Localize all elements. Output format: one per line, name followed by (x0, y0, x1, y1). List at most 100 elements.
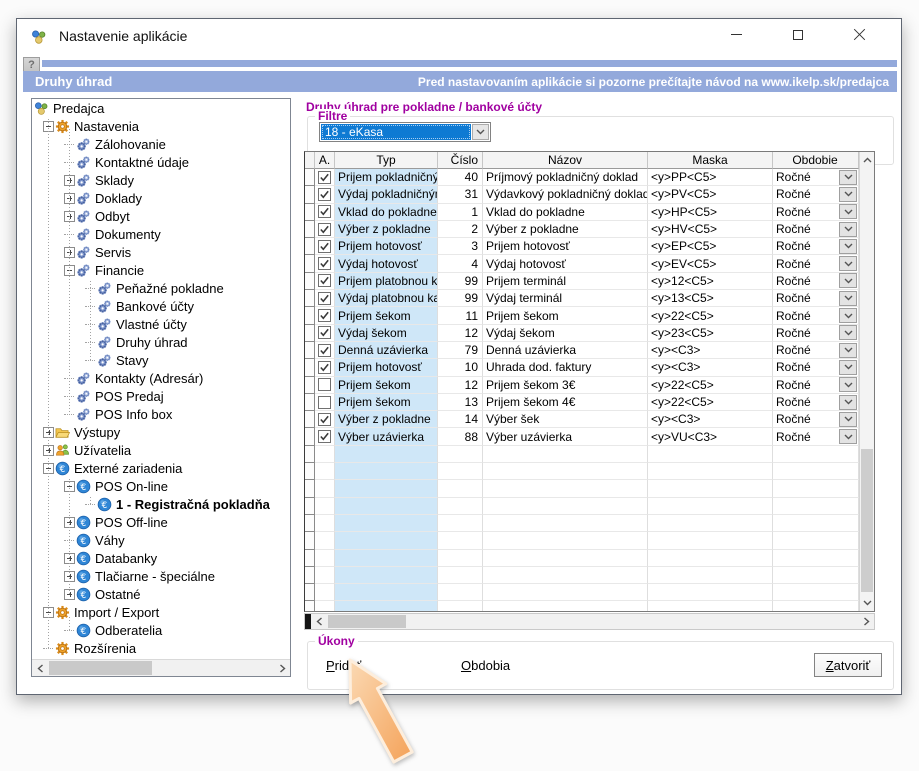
typ-cell[interactable]: Výdaj šekom (335, 325, 438, 342)
obdobie-cell[interactable]: Ročné (773, 325, 859, 342)
row-selector[interactable] (305, 238, 315, 255)
tree-item-roz-renia[interactable]: Rozšírenia (32, 639, 290, 657)
scroll-up-icon[interactable] (860, 152, 874, 168)
row-selector[interactable] (305, 377, 315, 394)
cislo-cell[interactable]: 31 (438, 186, 483, 203)
table-row[interactable]: Prijem hotovosť10Uhrada dod. faktury<y><… (305, 359, 859, 376)
header-typ[interactable]: Typ (335, 152, 438, 169)
typ-cell[interactable]: Prijem šekom (335, 377, 438, 394)
cislo-cell[interactable]: 12 (438, 325, 483, 342)
maska-cell[interactable]: <y>13<C5> (648, 290, 773, 307)
cislo-cell[interactable]: 3 (438, 238, 483, 255)
obdobie-dropdown-button[interactable] (839, 308, 857, 323)
table-hscroll-thumb[interactable] (328, 615, 406, 628)
table-row[interactable]: Prijem platobnou karto99Prijem terminál<… (305, 273, 859, 290)
maska-cell[interactable]: <y>HV<C5> (648, 221, 773, 238)
cislo-cell[interactable]: 79 (438, 342, 483, 359)
maska-cell[interactable]: <y>22<C5> (648, 394, 773, 411)
typ-cell[interactable]: Vklad do pokladne (335, 204, 438, 221)
tree-item-financie[interactable]: Financie (32, 261, 290, 279)
obdobie-cell[interactable]: Ročné (773, 342, 859, 359)
maska-cell[interactable]: <y><C3> (648, 359, 773, 376)
scroll-right-icon[interactable] (274, 660, 290, 676)
scroll-left-icon[interactable] (311, 614, 327, 629)
obdobie-dropdown-button[interactable] (839, 256, 857, 271)
tree-item-extern-zariadenia[interactable]: €Externé zariadenia (32, 459, 290, 477)
obdobie-dropdown-button[interactable] (839, 360, 857, 375)
obdobie-dropdown-button[interactable] (839, 395, 857, 410)
table-row[interactable]: Prijem šekom12Prijem šekom 3€<y>22<C5>Ro… (305, 377, 859, 394)
filter-combobox[interactable]: 18 - eKasa (319, 122, 491, 142)
table-scroll-thumb[interactable] (861, 449, 873, 592)
obdobie-dropdown-button[interactable] (839, 343, 857, 358)
tree-item-pe-a-n-pokladne[interactable]: Peňažné pokladne (32, 279, 290, 297)
row-selector[interactable] (305, 169, 315, 186)
typ-cell[interactable]: Výdaj hotovosť (335, 255, 438, 272)
tree-item-predajca[interactable]: Predajca (32, 99, 290, 117)
maska-cell[interactable]: <y>12<C5> (648, 273, 773, 290)
row-selector[interactable] (305, 428, 315, 445)
table-row[interactable]: Denná uzávierka79Denná uzávierka<y><C3>R… (305, 342, 859, 359)
row-selector[interactable] (305, 255, 315, 272)
nazov-cell[interactable]: Výber z pokladne (483, 221, 648, 238)
nazov-cell[interactable]: Výdaj šekom (483, 325, 648, 342)
table-horizontal-scrollbar[interactable] (304, 613, 875, 630)
checkbox-checked[interactable] (318, 326, 331, 339)
checkbox-checked[interactable] (318, 430, 331, 443)
tree-item-druhy-hrad[interactable]: Druhy úhrad (32, 333, 290, 351)
typ-cell[interactable]: Výber uzávierka (335, 428, 438, 445)
close-button[interactable] (837, 19, 881, 50)
checkbox-checked[interactable] (318, 274, 331, 287)
obdobie-cell[interactable]: Ročné (773, 238, 859, 255)
row-selector[interactable] (305, 204, 315, 221)
close-dialog-button[interactable]: Zatvoriť (814, 653, 882, 677)
tree-item-v-stupy[interactable]: Výstupy (32, 423, 290, 441)
typ-cell[interactable]: Denná uzávierka (335, 342, 438, 359)
nazov-cell[interactable]: Denná uzávierka (483, 342, 648, 359)
row-selector[interactable] (305, 342, 315, 359)
tree-item-tla-iarne-peci-lne[interactable]: €Tlačiarne - špeciálne (32, 567, 290, 585)
obdobie-dropdown-button[interactable] (839, 412, 857, 427)
obdobie-cell[interactable]: Ročné (773, 169, 859, 186)
table-row[interactable]: Výber z pokladne2Výber z pokladne<y>HV<C… (305, 221, 859, 238)
cislo-cell[interactable]: 99 (438, 290, 483, 307)
checkbox-unchecked[interactable] (318, 378, 331, 391)
cislo-cell[interactable]: 12 (438, 377, 483, 394)
typ-cell[interactable]: Prijem hotovosť (335, 238, 438, 255)
header-obdobie[interactable]: Obdobie (773, 152, 859, 169)
tree-item-import-export[interactable]: Import / Export (32, 603, 290, 621)
cislo-cell[interactable]: 11 (438, 307, 483, 324)
maska-cell[interactable]: <y>22<C5> (648, 377, 773, 394)
obdobie-cell[interactable]: Ročné (773, 273, 859, 290)
table-row[interactable]: Prijem hotovosť3Prijem hotovosť<y>EP<C5>… (305, 238, 859, 255)
obdobie-dropdown-button[interactable] (839, 222, 857, 237)
maska-cell[interactable]: <y><C3> (648, 411, 773, 428)
checkbox-checked[interactable] (318, 257, 331, 270)
typ-cell[interactable]: Prijem šekom (335, 394, 438, 411)
nazov-cell[interactable]: Uhrada dod. faktury (483, 359, 648, 376)
table-row[interactable]: Vklad do pokladne1Vklad do pokladne<y>HP… (305, 204, 859, 221)
typ-cell[interactable]: Prijem pokladničným do (335, 169, 438, 186)
tree-item-odbyt[interactable]: Odbyt (32, 207, 290, 225)
obdobie-dropdown-button[interactable] (839, 239, 857, 254)
maska-cell[interactable]: <y>PP<C5> (648, 169, 773, 186)
checkbox-checked[interactable] (318, 223, 331, 236)
obdobie-cell[interactable]: Ročné (773, 428, 859, 445)
header-active[interactable]: A. (315, 152, 335, 169)
nazov-cell[interactable]: Prijem šekom 3€ (483, 377, 648, 394)
checkbox-checked[interactable] (318, 205, 331, 218)
table-row[interactable]: Výber uzávierka88Výber uzávierka<y>VU<C3… (305, 428, 859, 445)
obdobie-cell[interactable]: Ročné (773, 359, 859, 376)
obdobie-dropdown-button[interactable] (839, 325, 857, 340)
obdobie-dropdown-button[interactable] (839, 170, 857, 185)
obdobie-cell[interactable]: Ročné (773, 377, 859, 394)
cislo-cell[interactable]: 1 (438, 204, 483, 221)
tree-item-z-lohovanie[interactable]: Zálohovanie (32, 135, 290, 153)
row-selector[interactable] (305, 273, 315, 290)
obdobie-cell[interactable]: Ročné (773, 255, 859, 272)
checkbox-checked[interactable] (318, 309, 331, 322)
minimize-button[interactable] (714, 19, 758, 50)
table-row[interactable]: Prijem šekom11Prijem šekom<y>22<C5>Ročné (305, 307, 859, 324)
scroll-left-icon[interactable] (32, 660, 48, 676)
tree-item-servis[interactable]: Servis (32, 243, 290, 261)
